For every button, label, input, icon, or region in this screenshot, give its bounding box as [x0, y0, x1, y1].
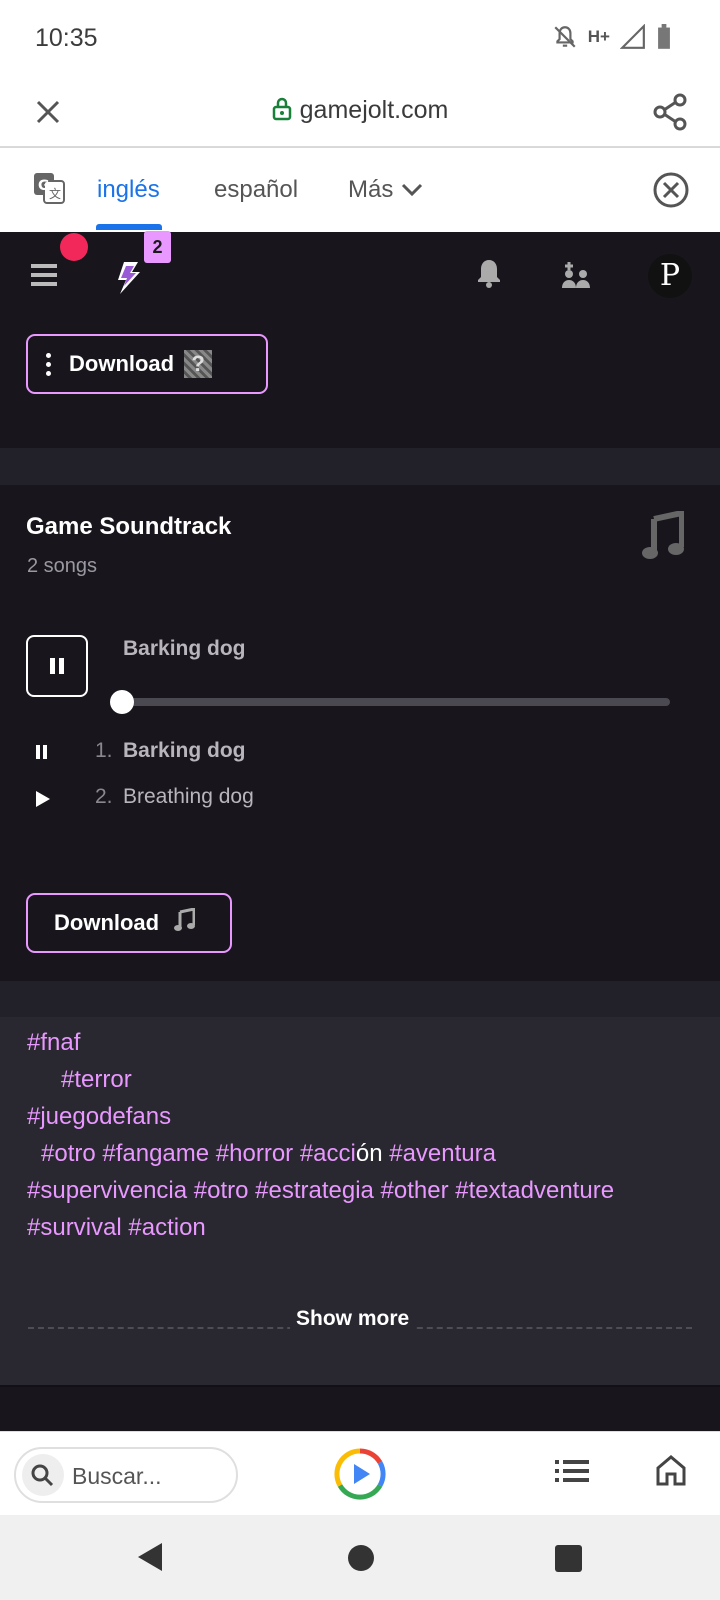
tab-language-espanol[interactable]: español — [214, 176, 298, 204]
status-icons: H+ — [552, 24, 672, 50]
search-placeholder: Buscar... — [72, 1463, 162, 1489]
tag-line-6[interactable]: #survival #action — [27, 1214, 206, 1242]
download-section: Download ? — [0, 318, 720, 448]
song-name: Barking dog — [123, 739, 246, 762]
tag-text-untranslated: ón — [355, 1140, 383, 1167]
soundtrack-panel: Game Soundtrack 2 songs Barking dog 1. B… — [0, 485, 720, 981]
play-store-logo-icon[interactable] — [334, 1448, 386, 1505]
tag-link[interactable]: #terror — [61, 1066, 132, 1094]
svg-text:文: 文 — [49, 186, 61, 201]
gamejolt-logo-icon[interactable] — [110, 260, 146, 301]
back-icon[interactable] — [136, 1541, 164, 1578]
google-translate-icon: G文 — [33, 172, 65, 209]
browser-url-bar: gamejolt.com — [0, 78, 720, 148]
tag-text[interactable]: #aventura — [383, 1140, 496, 1167]
play-icon[interactable] — [36, 791, 50, 812]
now-playing-title: Barking dog — [123, 637, 246, 660]
song-row-2[interactable]: 2. Breathing dog — [0, 779, 720, 819]
active-tab-indicator — [96, 224, 162, 230]
song-number: 1. — [95, 739, 113, 762]
page-footer-strip — [0, 1385, 720, 1431]
url-text: gamejolt.com — [299, 96, 449, 124]
download-soundtrack-button[interactable]: Download — [26, 893, 232, 953]
music-note-icon — [640, 509, 685, 566]
home-button-icon[interactable] — [348, 1545, 374, 1571]
recent-apps-icon[interactable] — [555, 1545, 582, 1572]
menu-icon[interactable] — [31, 264, 57, 291]
list-icon[interactable] — [555, 1460, 589, 1487]
music-note-icon — [173, 907, 196, 938]
network-type: H+ — [587, 27, 610, 46]
url-display[interactable]: gamejolt.com — [0, 96, 720, 128]
avatar[interactable]: P — [648, 254, 692, 298]
notification-count-badge: 2 — [144, 231, 171, 263]
tags-panel: #fnaf #terror #juegodefans #otro #fangam… — [0, 1017, 720, 1385]
signal-icon — [620, 24, 646, 50]
download-game-button[interactable]: Download ? — [26, 334, 268, 394]
mute-notifications-icon — [552, 24, 578, 50]
tag-link[interactable]: #juegodefans — [27, 1103, 171, 1131]
soundtrack-song-count: 2 songs — [27, 555, 98, 577]
more-options-icon — [46, 352, 51, 376]
lock-icon — [272, 97, 292, 128]
tag-link[interactable]: #fnaf — [27, 1029, 80, 1057]
translate-bar: G文 inglés español Más — [0, 148, 720, 232]
player-pause-button[interactable] — [26, 635, 88, 697]
browser-bottom-bar: Buscar... — [0, 1431, 720, 1515]
unknown-platform-icon: ? — [184, 350, 213, 378]
bell-icon[interactable] — [476, 258, 502, 293]
track-progress-bar[interactable] — [120, 698, 670, 706]
close-translate-icon[interactable] — [652, 171, 690, 214]
search-icon — [30, 1463, 54, 1492]
friends-icon[interactable] — [560, 258, 592, 295]
home-icon[interactable] — [655, 1454, 687, 1491]
song-number: 2. — [95, 785, 113, 808]
android-navigation-bar — [0, 1515, 720, 1600]
section-divider — [0, 448, 720, 485]
soundtrack-title: Game Soundtrack — [26, 513, 232, 540]
status-bar: 10:35 H+ — [0, 0, 720, 78]
site-header: P — [0, 232, 720, 318]
search-box[interactable]: Buscar... — [14, 1447, 238, 1503]
svg-text:G: G — [38, 178, 50, 194]
status-time: 10:35 — [35, 24, 98, 52]
notification-dot — [60, 233, 88, 261]
tag-text[interactable]: #otro #fangame #horror #acci — [41, 1140, 356, 1167]
chevron-down-icon — [401, 176, 423, 204]
pause-icon[interactable] — [36, 745, 47, 759]
more-languages-button[interactable]: Más — [348, 176, 423, 204]
tag-line-4[interactable]: #otro #fangame #horror #acción #aventura — [41, 1140, 496, 1168]
show-more-button[interactable]: Show more — [290, 1307, 416, 1331]
track-progress-knob[interactable] — [110, 690, 134, 714]
share-icon[interactable] — [652, 92, 688, 137]
download-game-label: Download — [69, 351, 175, 376]
more-languages-label: Más — [348, 176, 394, 203]
section-divider — [0, 981, 720, 1017]
battery-icon — [656, 24, 672, 50]
download-soundtrack-label: Download — [54, 910, 160, 935]
song-row-1[interactable]: 1. Barking dog — [0, 733, 720, 773]
tab-language-ingles[interactable]: inglés — [97, 176, 160, 204]
song-name: Breathing dog — [123, 785, 254, 808]
tag-line-5[interactable]: #supervivencia #otro #estrategia #other … — [27, 1177, 614, 1205]
